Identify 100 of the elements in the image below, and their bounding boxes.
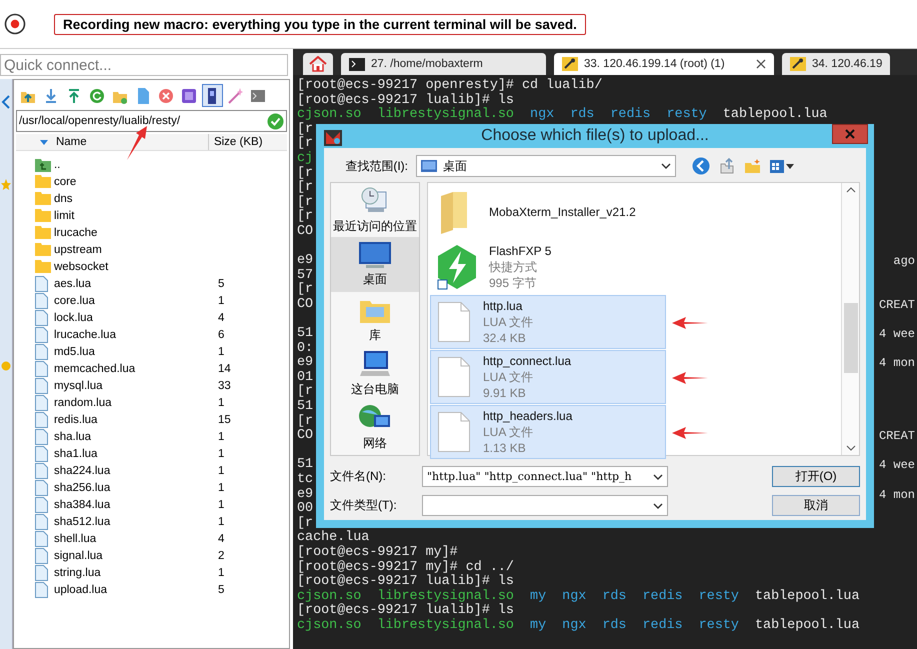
terminal-text: [r (297, 282, 314, 298)
file-name[interactable]: sha512.lua (54, 516, 218, 528)
macro-banner: Recording new macro: everything you type in the current terminal will be saved. (54, 14, 586, 34)
file-item[interactable]: http_headers.lua LUA 文件 1.13 KB (430, 405, 666, 459)
file-name[interactable]: sha1.lua (54, 448, 218, 460)
file-name[interactable]: upload.lua (54, 584, 218, 596)
terminal-text: resty (698, 588, 739, 604)
delete-icon (158, 86, 174, 104)
terminal-text: CREAT (878, 298, 915, 312)
file-size: 1 (218, 482, 224, 494)
home-tab[interactable] (303, 53, 333, 75)
follow-terminal-button[interactable] (202, 84, 223, 107)
dialog-title: Choose which file(s) to upload... (481, 127, 709, 145)
file-icon (34, 530, 48, 546)
session-tab[interactable]: 33. 120.46.199.14 (root) (1) (554, 53, 774, 75)
file-name-field[interactable]: "http.lua" "http_connect.lua" "http_h (422, 466, 668, 487)
close-icon[interactable] (756, 59, 766, 69)
place-item[interactable]: 这台电脑 (331, 346, 419, 401)
file-icon (34, 514, 48, 530)
file-icon (34, 496, 48, 512)
terminal-text: cjson.so (297, 588, 362, 604)
file-name[interactable]: sha224.lua (54, 464, 218, 476)
terminal-text: ngx (530, 107, 554, 122)
place-item[interactable]: 桌面 (331, 237, 419, 292)
file-name[interactable]: shell.lua (54, 532, 218, 544)
dot-icon[interactable] (0, 361, 11, 371)
file-name[interactable]: redis.lua (54, 414, 218, 426)
chevron-icon[interactable] (0, 95, 11, 109)
file-item[interactable]: http.lua LUA 文件 32.4 KB (430, 295, 666, 349)
file-name[interactable]: upstream (54, 244, 218, 256)
file-size: 1 (218, 464, 224, 476)
quick-connect-field[interactable]: Quick connect... (0, 54, 288, 76)
app-logo-icon (324, 130, 342, 146)
file-detail: LUA 文件 (483, 314, 534, 330)
file-size: 1 (218, 430, 224, 442)
file-name[interactable]: websocket (54, 260, 218, 272)
file-name[interactable]: sha384.lua (54, 498, 218, 510)
terminal-text: [root@ecs-99217 lualib]# ls (297, 92, 514, 108)
file-name[interactable]: mysql.lua (54, 380, 218, 392)
path-field[interactable]: /usr/local/openresty/lualib/resty/ (16, 110, 287, 132)
file-name[interactable]: lrucache.lua (54, 328, 218, 340)
close-button[interactable] (832, 124, 868, 144)
up-folder-icon[interactable] (718, 157, 736, 175)
file-icon (34, 412, 48, 428)
file-type-dropdown[interactable] (422, 495, 668, 516)
file-name[interactable]: limit (54, 210, 218, 222)
file-name[interactable]: dns (54, 192, 218, 204)
look-in-dropdown[interactable]: 桌面 (416, 155, 676, 177)
place-item[interactable]: 最近访问的位置 (331, 183, 419, 238)
open-button[interactable]: 打开(O) (772, 466, 860, 487)
file-type-label: 文件类型(T): (330, 497, 398, 514)
file-name[interactable]: .. (54, 158, 218, 170)
file-detail: 9.91 KB (483, 385, 527, 401)
file-name[interactable]: signal.lua (54, 550, 218, 562)
back-icon[interactable] (692, 157, 710, 175)
session-tab[interactable]: 34. 120.46.19 (782, 53, 890, 75)
name-column-header[interactable]: Name (16, 134, 209, 150)
file-name[interactable]: lrucache (54, 226, 218, 238)
record-icon[interactable] (4, 13, 26, 35)
file-icon (34, 462, 48, 478)
file-name[interactable]: string.lua (54, 566, 218, 578)
size-column-header[interactable]: Size (KB) (208, 134, 263, 150)
file-name[interactable]: core.lua (54, 294, 218, 306)
terminal-text: cjson.so (297, 618, 362, 633)
session-tab[interactable]: 27. /home/mobaxterm (341, 53, 546, 75)
file-name[interactable]: sha.lua (54, 430, 218, 442)
file-name[interactable]: aes.lua (54, 278, 218, 290)
file-icon (34, 480, 48, 496)
wrench-icon (562, 57, 578, 71)
file-name[interactable]: lock.lua (54, 312, 218, 324)
place-item[interactable]: 库 (331, 292, 419, 346)
file-name[interactable]: memcached.lua (54, 362, 218, 374)
file-item[interactable]: http_connect.lua LUA 文件 9.91 KB (430, 350, 666, 404)
caret-icon (653, 474, 663, 480)
file-name[interactable]: md5.lua (54, 346, 218, 358)
home-icon (309, 56, 327, 72)
desktop-icon (358, 241, 392, 270)
file-size: 1 (218, 498, 224, 510)
terminal-text: [r (297, 209, 314, 224)
file-name[interactable]: random.lua (54, 396, 218, 408)
scrollbar[interactable] (841, 183, 859, 455)
scroll-thumb[interactable] (844, 303, 858, 373)
file-name[interactable]: core (54, 176, 218, 188)
file-icon (34, 310, 48, 326)
file-name[interactable]: sha256.lua (54, 482, 218, 494)
view-menu-button[interactable] (770, 160, 794, 172)
star-icon[interactable] (0, 179, 11, 191)
place-item[interactable]: 网络 (331, 400, 419, 456)
sort-icon (40, 140, 48, 144)
terminal-text: CO (297, 428, 314, 444)
caret-icon (786, 164, 794, 168)
cancel-button[interactable]: 取消 (772, 495, 860, 516)
checkmark-icon[interactable] (267, 112, 284, 130)
file-item[interactable]: MobaXterm_Installer_v21.2 (430, 185, 666, 239)
file-item[interactable]: FlashFXP 5 快捷方式 995 字节 (430, 240, 666, 294)
file-size: 1 (218, 516, 224, 528)
new-folder-icon[interactable] (744, 158, 762, 174)
file-icon (34, 378, 48, 394)
terminal-text: [root@ecs-99217 openresty]# cd lualib/ (297, 78, 602, 93)
terminal-text: 4 wee (878, 327, 915, 342)
